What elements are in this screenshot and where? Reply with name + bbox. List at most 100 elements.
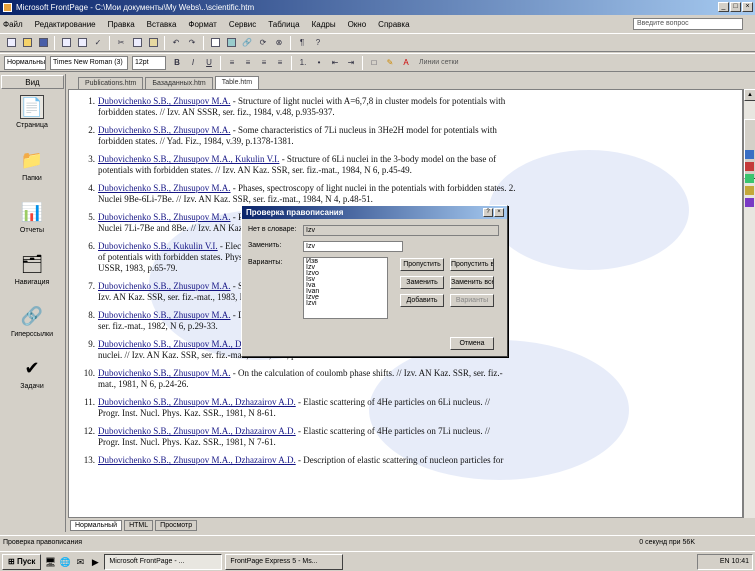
highlight-icon[interactable]: ✎ — [383, 56, 397, 69]
copy-icon[interactable] — [130, 36, 144, 49]
minimize-button[interactable]: _ — [718, 2, 729, 12]
dialog-help-button[interactable]: ? — [483, 208, 493, 217]
reference-text: mat., 1981, N 6, p.24-26. — [98, 379, 189, 389]
font-size-combo[interactable]: 12pt — [132, 55, 166, 70]
paste-icon[interactable] — [146, 36, 160, 49]
start-button[interactable]: ⊞ Пуск — [2, 553, 42, 570]
list-item[interactable]: Izvi — [306, 300, 385, 307]
underline-button[interactable]: U — [202, 56, 216, 69]
reference-authors[interactable]: Dubovichenko S.B., Zhusupov M.A. — [98, 310, 231, 320]
scroll-up-arrow[interactable]: ▲ — [744, 89, 755, 101]
print-icon[interactable] — [59, 36, 73, 49]
add-button[interactable]: Добавить — [400, 294, 444, 307]
desktop-icon[interactable]: 🖥 — [44, 556, 56, 568]
reference-text: Nuclei 9Be-6Li-7Be. // Izv. AN Kaz. SSR,… — [98, 194, 373, 204]
tab-preview[interactable]: Просмотр — [155, 520, 198, 531]
view-navigation[interactable]: 🗂 Навигация — [2, 250, 62, 302]
view-hyperlinks[interactable]: 🔗 Гиперссылки — [2, 302, 62, 354]
reference-authors[interactable]: Dubovichenko S.B., Zhusupov M.A., Kukuli… — [98, 154, 279, 164]
show-all-icon[interactable]: ¶ — [295, 36, 309, 49]
style-combo[interactable]: Нормальный — [4, 55, 46, 70]
insert-picture-icon[interactable] — [224, 36, 238, 49]
reference-authors[interactable]: Dubovichenko S.B., Zhusupov M.A. — [98, 212, 231, 222]
menu-format[interactable]: Формат — [188, 20, 216, 29]
stop-icon[interactable]: ⊗ — [272, 36, 286, 49]
align-right-icon[interactable]: ≡ — [257, 56, 271, 69]
reference-line: 4. Dubovichenko S.B., Zhusupov M.A. - Pha… — [73, 183, 739, 194]
reference-authors[interactable]: Dubovichenko S.B., Zhusupov M.A., Dzhaza… — [98, 397, 296, 407]
reference-authors[interactable]: Dubovichenko S.B., Zhusupov M.A. — [98, 281, 231, 291]
change-button[interactable]: Заменить — [400, 276, 444, 289]
bold-button[interactable]: B — [170, 56, 184, 69]
redo-icon[interactable]: ↷ — [185, 36, 199, 49]
help-icon[interactable]: ? — [311, 36, 325, 49]
reference-authors[interactable]: Dubovichenko S.B., Zhusupov M.A., Dzhaza… — [98, 455, 296, 465]
browser-icon[interactable]: 🌐 — [59, 556, 71, 568]
reference-text: Progr. Inst. Nucl. Phys. Kaz. SSR., 1981… — [98, 408, 276, 418]
reference-authors[interactable]: Dubovichenko S.B., Zhusupov M.A. — [98, 96, 231, 106]
preview-icon[interactable] — [75, 36, 89, 49]
reference-authors[interactable]: Dubovichenko S.B., Zhusupov M.A. — [98, 368, 231, 378]
hyperlink-icon[interactable]: 🔗 — [240, 36, 254, 49]
dialog-close-button[interactable]: × — [494, 208, 504, 217]
menu-insert[interactable]: Вставка — [147, 20, 177, 29]
close-button[interactable]: × — [742, 2, 753, 12]
new-page-icon[interactable] — [4, 36, 18, 49]
refresh-icon[interactable]: ⟳ — [256, 36, 270, 49]
tab-html[interactable]: HTML — [124, 520, 154, 531]
numbering-icon[interactable]: 1. — [296, 56, 310, 69]
menu-tools[interactable]: Сервис — [229, 20, 256, 29]
align-left-icon[interactable]: ≡ — [225, 56, 239, 69]
open-icon[interactable] — [20, 36, 34, 49]
font-color-icon[interactable]: A — [399, 56, 413, 69]
mail-icon[interactable]: ✉ — [74, 556, 86, 568]
italic-button[interactable]: I — [186, 56, 200, 69]
view-reports[interactable]: 📊 Отчеты — [2, 198, 62, 250]
save-icon[interactable] — [36, 36, 50, 49]
tab-normal[interactable]: Нормальный — [70, 520, 123, 531]
bullets-icon[interactable]: • — [312, 56, 326, 69]
media-icon[interactable]: ▶ — [89, 556, 101, 568]
tab-publications[interactable]: Publications.htm — [78, 77, 144, 89]
tab-database[interactable]: Базаданных.htm — [145, 77, 213, 89]
view-folders[interactable]: 📁 Папки — [2, 146, 62, 198]
reference-line: 10. Dubovichenko S.B., Zhusupov M.A. - On… — [73, 368, 739, 379]
menu-pravka[interactable]: Правка — [108, 20, 135, 29]
tab-table[interactable]: Table.htm — [214, 76, 260, 89]
reference-authors[interactable]: Dubovichenko S.B., Kukulin V.I. — [98, 241, 218, 251]
change-to-input[interactable]: Izv — [303, 241, 403, 252]
border-icon[interactable]: □ — [367, 56, 381, 69]
increase-indent-icon[interactable]: ⇥ — [344, 56, 358, 69]
ignore-button[interactable]: Пропустить — [400, 258, 444, 271]
suggestions-list[interactable]: Изв Izv Izvo Isv Iva Ivan Izve Izvi — [303, 257, 388, 319]
reference-authors[interactable]: Dubovichenko S.B., Zhusupov M.A. — [98, 183, 231, 193]
font-combo[interactable]: Times New Roman (3) — [50, 55, 128, 70]
view-tasks[interactable]: ✔ Задачи — [2, 354, 62, 406]
menu-window[interactable]: Окно — [348, 20, 367, 29]
spelling-icon[interactable]: ✓ — [91, 36, 105, 49]
menu-help[interactable]: Справка — [378, 20, 409, 29]
reference-authors[interactable]: Dubovichenko S.B., Zhusupov M.A. — [98, 125, 231, 135]
undo-icon[interactable]: ↶ — [169, 36, 183, 49]
dialog-title: Проверка правописания — [242, 206, 507, 219]
maximize-button[interactable]: □ — [730, 2, 741, 12]
justify-icon[interactable]: ≡ — [273, 56, 287, 69]
window-title: Microsoft FrontPage - C:\Мои документы\M… — [16, 3, 255, 12]
decrease-indent-icon[interactable]: ⇤ — [328, 56, 342, 69]
menu-table[interactable]: Таблица — [268, 20, 299, 29]
view-page[interactable]: 📄 Страница — [2, 93, 62, 145]
align-center-icon[interactable]: ≡ — [241, 56, 255, 69]
task-frontpage-express[interactable]: FrontPage Express 5 - Ms... — [225, 553, 344, 570]
cancel-button[interactable]: Отмена — [450, 337, 494, 350]
not-in-dictionary-field: Izv — [303, 225, 499, 236]
reference-authors[interactable]: Dubovichenko S.B., Zhusupov M.A., Dzhaza… — [98, 426, 296, 436]
help-question-box[interactable]: Введите вопрос — [633, 18, 743, 30]
ignore-all-button[interactable]: Пропустить все — [450, 258, 494, 271]
task-frontpage[interactable]: Microsoft FrontPage - ... — [104, 553, 223, 570]
menu-file[interactable]: Файл — [3, 20, 23, 29]
change-all-button[interactable]: Заменить все — [450, 276, 494, 289]
menu-edit[interactable]: Редактирование — [35, 20, 96, 29]
insert-table-icon[interactable] — [208, 36, 222, 49]
menu-frames[interactable]: Кадры — [312, 20, 336, 29]
cut-icon[interactable]: ✂ — [114, 36, 128, 49]
